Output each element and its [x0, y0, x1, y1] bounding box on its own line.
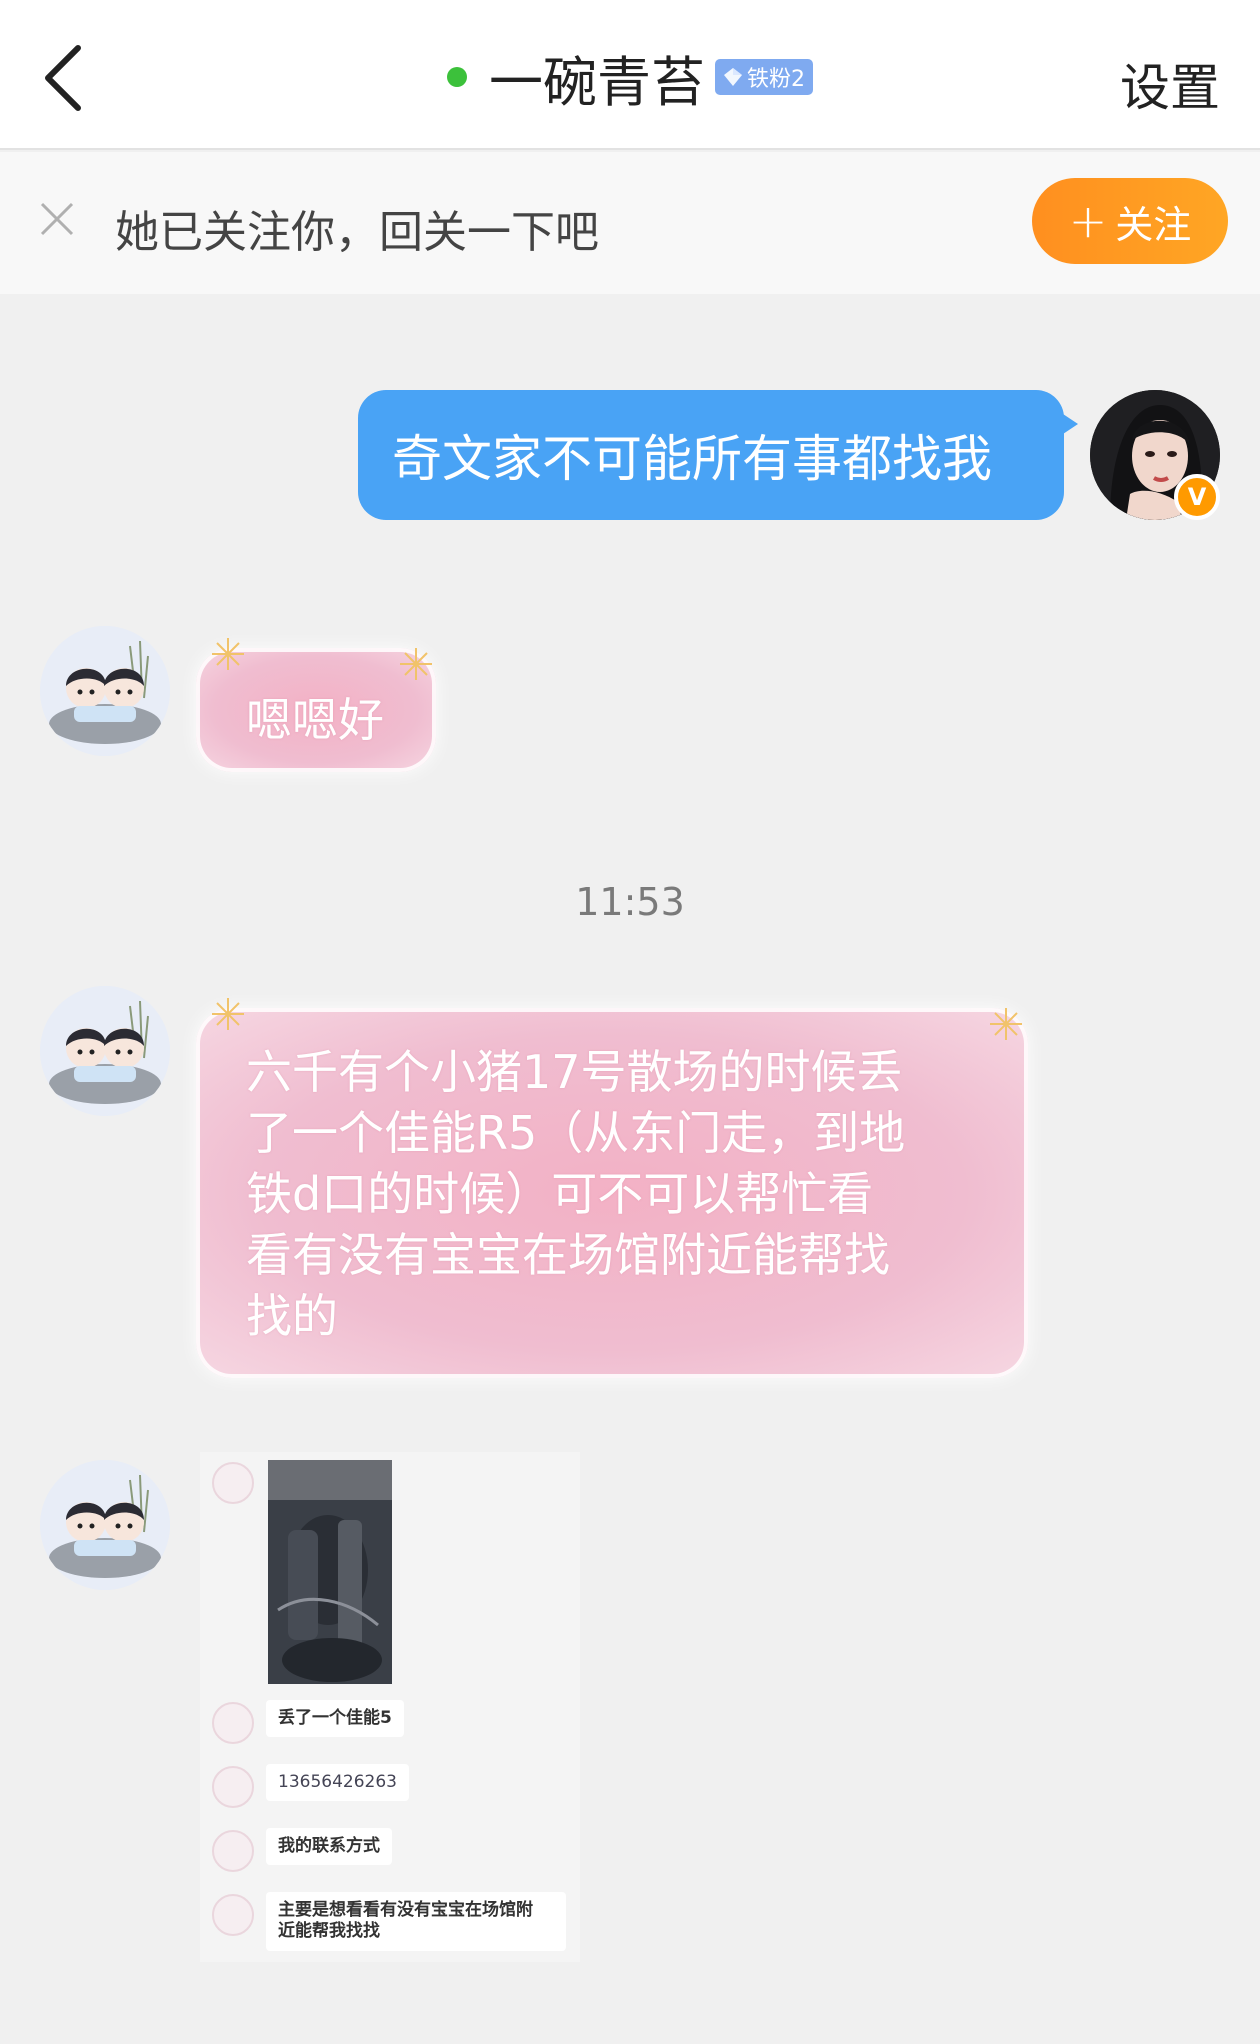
sparkle-icon [990, 1008, 1022, 1040]
message-text: 奇文家不可能所有事都找我 [392, 430, 992, 488]
plus-icon: + [1068, 194, 1108, 248]
image-message[interactable]: 丢了一个佳能5 13656426263 我的联系方式 主要是想看看有没有宝宝在场… [200, 1452, 580, 1962]
settings-button[interactable]: 设置 [1120, 48, 1220, 120]
screenshot-avatar [212, 1830, 254, 1872]
screenshot-phone: 13656426263 [266, 1764, 409, 1802]
message-line: 了一个佳能R5（从东门走，到地 [246, 1106, 906, 1160]
contact-avatar[interactable] [40, 1460, 170, 1590]
fan-level-badge: 铁粉2 [715, 59, 813, 95]
sparkle-icon [212, 998, 244, 1030]
screenshot-text: 丢了一个佳能5 [266, 1700, 404, 1738]
follow-button-label: 关注 [1115, 202, 1192, 247]
avatar-cartoon-image [40, 626, 170, 756]
message-text: 六千有个小猪17号散场的时候丢 了一个佳能R5（从东门走，到地 铁d口的时候）可… [246, 1042, 1006, 1347]
screenshot-avatar [212, 1702, 254, 1744]
follow-button[interactable]: + 关注 [1032, 178, 1228, 264]
message-line: 找的 [246, 1289, 338, 1343]
outgoing-message-bubble[interactable]: 奇文家不可能所有事都找我 [358, 390, 1078, 520]
chat-header: 一碗青苔 铁粉2 设置 [0, 0, 1260, 150]
message-line: 六千有个小猪17号散场的时候丢 [246, 1045, 903, 1099]
sparkle-icon [400, 648, 432, 680]
message-text: 嗯嗯好 [246, 693, 384, 747]
fan-badge-label: 铁粉2 [747, 67, 805, 92]
diamond-icon [724, 68, 742, 86]
chat-title-group[interactable]: 一碗青苔 铁粉2 [0, 42, 1260, 114]
online-status-dot [447, 67, 467, 87]
verified-badge: V [1174, 474, 1220, 520]
contact-avatar[interactable] [40, 626, 170, 756]
sparkle-icon [212, 638, 244, 670]
screenshot-text-line: 主要是想看看有没有宝宝在场馆附 [278, 1900, 533, 1920]
chat-title: 一碗青苔 [489, 50, 705, 114]
camera-photo-image [268, 1460, 392, 1684]
close-icon[interactable] [38, 200, 76, 238]
incoming-message-bubble[interactable]: 六千有个小猪17号散场的时候丢 了一个佳能R5（从东门走，到地 铁d口的时候）可… [196, 1008, 1028, 1378]
message-line: 看有没有宝宝在场馆附近能帮找 [246, 1228, 890, 1282]
avatar-cartoon-image [40, 986, 170, 1116]
screenshot-avatar [212, 1766, 254, 1808]
screenshot-text-line: 近能帮我找找 [278, 1921, 380, 1942]
photo-thumbnail [268, 1460, 392, 1684]
contact-avatar[interactable] [40, 986, 170, 1116]
screenshot-text: 我的联系方式 [266, 1828, 392, 1866]
message-line: 铁d口的时候）可不可以帮忙看 [246, 1167, 874, 1221]
screenshot-avatar [212, 1462, 254, 1504]
avatar-cartoon-image [40, 1460, 170, 1590]
screenshot-text: 主要是想看看有没有宝宝在场馆附 近能帮我找找 [266, 1892, 566, 1951]
message-timestamp: 11:53 [575, 880, 685, 924]
screenshot-avatar [212, 1894, 254, 1936]
follow-back-prompt: 她已关注你，回关一下吧 [115, 207, 599, 258]
